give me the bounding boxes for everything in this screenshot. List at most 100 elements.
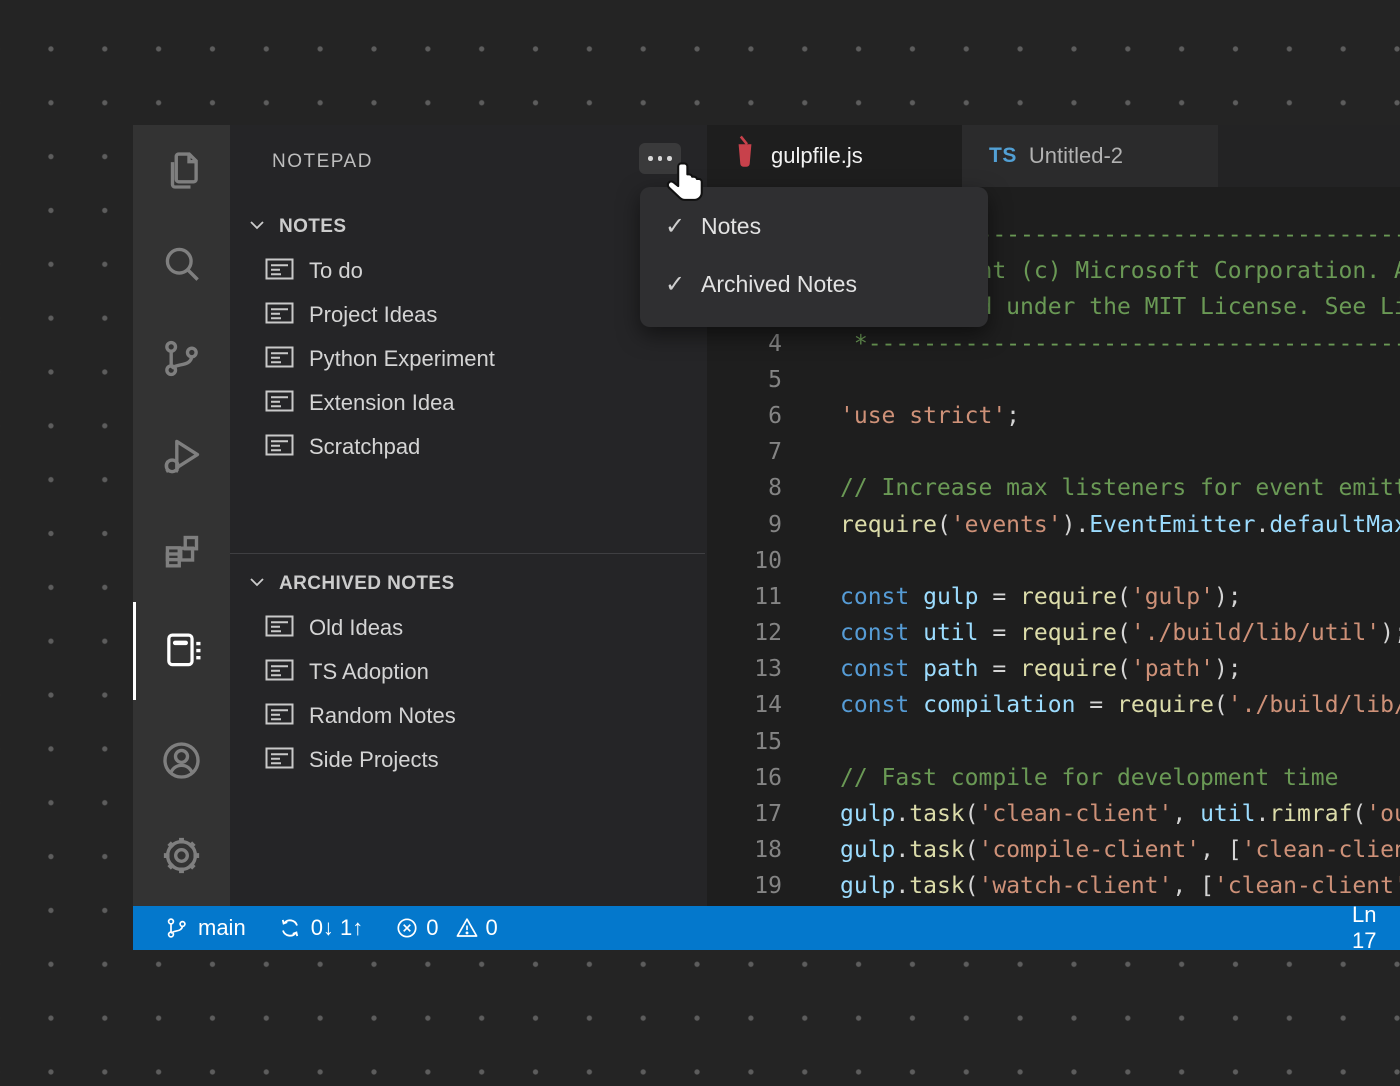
notepad-icon bbox=[159, 626, 204, 676]
note-item-label: Scratchpad bbox=[309, 434, 420, 460]
sync-counts: 0↓ 1↑ bbox=[311, 915, 364, 941]
settings-icon bbox=[159, 833, 204, 883]
note-item-label: Random Notes bbox=[309, 703, 456, 729]
problems-status[interactable]: 0 0 bbox=[395, 915, 498, 941]
line-number: 7 bbox=[707, 434, 782, 470]
ellipsis-icon bbox=[648, 156, 653, 161]
note-item-scratchpad[interactable]: Scratchpad bbox=[230, 425, 707, 469]
note-item-ts-adoption[interactable]: TS Adoption bbox=[230, 650, 707, 694]
line-number: 16 bbox=[707, 760, 782, 796]
errors-icon bbox=[395, 916, 419, 940]
vscode-window: NOTEPAD NOTES To do Project Ideas Python… bbox=[133, 125, 1400, 950]
note-item-to-do[interactable]: To do bbox=[230, 249, 707, 293]
code-text: const compilation = require('./build/lib… bbox=[782, 692, 1400, 718]
code-line: 14const compilation = require('./build/l… bbox=[707, 687, 1400, 723]
chevron-down-icon bbox=[230, 214, 268, 241]
warnings-icon bbox=[455, 916, 479, 940]
note-item-label: Python Experiment bbox=[309, 346, 495, 372]
search-icon bbox=[159, 241, 204, 291]
sync-status[interactable]: 0↓ 1↑ bbox=[278, 915, 364, 941]
checkmark-icon: ✓ bbox=[665, 212, 695, 241]
ellipsis-icon bbox=[658, 156, 663, 161]
code-line: 10 bbox=[707, 543, 1400, 579]
desktop-background: NOTEPAD NOTES To do Project Ideas Python… bbox=[0, 0, 1400, 1086]
checkmark-icon: ✓ bbox=[665, 270, 695, 299]
activity-bar bbox=[133, 125, 230, 906]
code-text: *---------------------------------------… bbox=[782, 331, 1400, 357]
add-note-button[interactable] bbox=[597, 213, 625, 241]
activity-bar-item-settings[interactable] bbox=[159, 835, 204, 880]
code-line: 11const gulp = require('gulp'); bbox=[707, 579, 1400, 615]
menu-item-archived-notes[interactable]: ✓ Archived Notes bbox=[640, 255, 988, 313]
code-line: 16// Fast compile for development time bbox=[707, 760, 1400, 796]
sidebar-title: NOTEPAD bbox=[272, 151, 373, 173]
cursor-position-status[interactable]: Ln 17 bbox=[1352, 906, 1400, 950]
note-icon bbox=[265, 257, 295, 286]
line-number: 10 bbox=[707, 543, 782, 579]
note-item-old-ideas[interactable]: Old Ideas bbox=[230, 606, 707, 650]
close-tab-button[interactable] bbox=[885, 146, 905, 166]
section-notes: NOTES To do Project Ideas Python Experim… bbox=[230, 205, 707, 469]
activity-bar-item-source-control[interactable] bbox=[159, 338, 204, 383]
section-divider bbox=[230, 553, 705, 554]
activity-bar-item-search[interactable] bbox=[159, 243, 204, 288]
code-text: const gulp = require('gulp'); bbox=[782, 584, 1242, 610]
menu-item-notes[interactable]: ✓ Notes bbox=[640, 197, 988, 255]
section-header-archived-notes[interactable]: ARCHIVED NOTES bbox=[230, 562, 707, 606]
section-label: ARCHIVED NOTES bbox=[279, 573, 455, 595]
line-number: 9 bbox=[707, 507, 782, 543]
note-item-python-experiment[interactable]: Python Experiment bbox=[230, 337, 707, 381]
active-view-indicator bbox=[133, 602, 136, 700]
note-item-project-ideas[interactable]: Project Ideas bbox=[230, 293, 707, 337]
ellipsis-icon bbox=[667, 156, 672, 161]
note-item-side-projects[interactable]: Side Projects bbox=[230, 738, 707, 782]
code-text: gulp.task('compile-client', ['clean-clie… bbox=[782, 837, 1400, 863]
line-number: 12 bbox=[707, 615, 782, 651]
line-number: 11 bbox=[707, 579, 782, 615]
code-text bbox=[782, 548, 840, 574]
note-icon bbox=[265, 301, 295, 330]
activity-bar-item-explorer[interactable] bbox=[159, 150, 204, 195]
code-line: 5 bbox=[707, 362, 1400, 398]
tab-label: gulpfile.js bbox=[771, 143, 863, 169]
more-actions-button[interactable] bbox=[639, 143, 681, 174]
line-number: 6 bbox=[707, 398, 782, 434]
tab-gulpfile-js[interactable]: gulpfile.js bbox=[707, 125, 962, 187]
code-text: gulp.task('watch-client', ['clean-client… bbox=[782, 873, 1400, 899]
git-branch-status[interactable]: main bbox=[165, 915, 246, 941]
code-line: 17gulp.task('clean-client', util.rimraf(… bbox=[707, 796, 1400, 832]
code-text: // Increase max listeners for event emit… bbox=[782, 475, 1400, 501]
note-item-label: To do bbox=[309, 258, 363, 284]
note-item-label: TS Adoption bbox=[309, 659, 429, 685]
code-line: 4 *-------------------------------------… bbox=[707, 326, 1400, 362]
activity-bar-item-extensions[interactable] bbox=[159, 532, 204, 577]
line-number: 4 bbox=[707, 326, 782, 362]
code-text bbox=[782, 439, 840, 465]
line-number: 17 bbox=[707, 796, 782, 832]
line-number: 18 bbox=[707, 832, 782, 868]
line-number: 5 bbox=[707, 362, 782, 398]
note-icon bbox=[265, 345, 295, 374]
code-text: const path = require('path'); bbox=[782, 656, 1242, 682]
sidebar-notepad: NOTEPAD NOTES To do Project Ideas Python… bbox=[230, 125, 707, 906]
run-debug-icon bbox=[159, 433, 204, 483]
code-line: 19gulp.task('watch-client', ['clean-clie… bbox=[707, 868, 1400, 904]
note-icon bbox=[265, 614, 295, 643]
tab-untitled-2[interactable]: TSUntitled-2 bbox=[962, 125, 1218, 187]
code-line: 12const util = require('./build/lib/util… bbox=[707, 615, 1400, 651]
gulp-file-icon bbox=[734, 135, 771, 177]
line-number: 19 bbox=[707, 868, 782, 904]
activity-bar-item-notepad[interactable] bbox=[159, 628, 204, 673]
sync-icon bbox=[278, 916, 302, 940]
code-text: 'use strict'; bbox=[782, 403, 1020, 429]
status-bar: main 0↓ 1↑ 0 0 Ln 17 bbox=[133, 906, 1400, 950]
section-label: NOTES bbox=[279, 216, 346, 238]
section-header-notes[interactable]: NOTES bbox=[230, 205, 707, 249]
code-line: 9require('events').EventEmitter.defaultM… bbox=[707, 507, 1400, 543]
note-item-random-notes[interactable]: Random Notes bbox=[230, 694, 707, 738]
context-menu: ✓ Notes✓ Archived Notes bbox=[640, 187, 988, 327]
activity-bar-item-account[interactable] bbox=[159, 740, 204, 785]
activity-bar-item-run-debug[interactable] bbox=[159, 435, 204, 480]
typescript-file-icon: TS bbox=[989, 144, 1017, 168]
note-item-extension-idea[interactable]: Extension Idea bbox=[230, 381, 707, 425]
